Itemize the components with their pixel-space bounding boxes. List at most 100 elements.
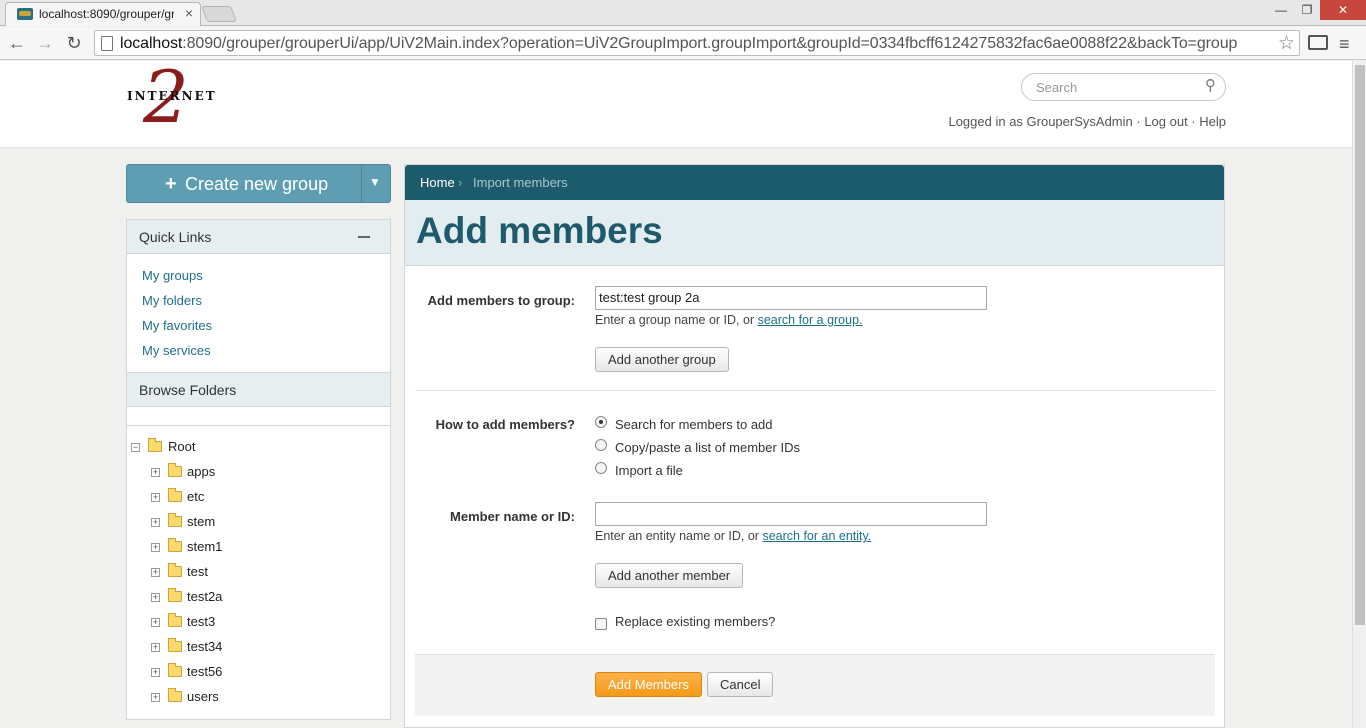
browser-menu-icon[interactable]: ≡: [1339, 34, 1350, 55]
tree-node-label[interactable]: test3: [187, 614, 215, 629]
expand-toggle-icon[interactable]: +: [151, 543, 160, 552]
tree-node[interactable]: + test56: [127, 663, 390, 690]
expand-toggle-icon[interactable]: +: [151, 493, 160, 502]
expand-toggle-icon[interactable]: +: [151, 618, 160, 627]
add-members-submit-button[interactable]: Add Members: [595, 672, 702, 697]
collapse-icon[interactable]: [358, 236, 370, 238]
new-tab-button[interactable]: [201, 6, 237, 22]
member-help-text: Enter an entity name or ID, or search fo…: [595, 529, 871, 543]
group-field-label: Add members to group:: [427, 293, 575, 308]
search-for-group-link[interactable]: search for a group.: [758, 313, 863, 327]
radio-import-file[interactable]: [595, 462, 607, 474]
address-bar[interactable]: localhost:8090/grouper/grouperUi/app/UiV…: [94, 30, 1300, 56]
back-arrow-icon[interactable]: ←: [5, 32, 29, 54]
tree-node-label[interactable]: test: [187, 564, 208, 579]
expand-toggle-icon[interactable]: +: [151, 643, 160, 652]
breadcrumb: Home › Import members: [405, 165, 1224, 200]
quick-link-my-folders[interactable]: My folders: [142, 293, 375, 318]
scrollbar-thumb[interactable]: [1355, 65, 1365, 625]
replace-members-label[interactable]: Replace existing members?: [615, 614, 775, 629]
tree-node-label[interactable]: test34: [187, 639, 222, 654]
tree-node[interactable]: + test: [127, 563, 390, 590]
group-input[interactable]: test:test group 2a: [595, 286, 987, 310]
quick-link-my-favorites[interactable]: My favorites: [142, 318, 375, 343]
separator: ·: [1187, 114, 1200, 129]
plus-icon: +: [165, 173, 177, 195]
tree-node[interactable]: + test34: [127, 638, 390, 665]
window-minimize-button[interactable]: —: [1268, 0, 1294, 20]
radio-import-file-label[interactable]: Import a file: [615, 463, 683, 478]
expand-toggle-icon[interactable]: +: [151, 693, 160, 702]
help-link[interactable]: Help: [1199, 114, 1226, 129]
radio-copy-paste-label[interactable]: Copy/paste a list of member IDs: [615, 440, 800, 455]
tree-node[interactable]: + stem1: [127, 538, 390, 565]
breadcrumb-home-link[interactable]: Home: [420, 175, 455, 190]
window-close-button[interactable]: ✕: [1320, 0, 1366, 20]
tree-node[interactable]: + test2a: [127, 588, 390, 615]
tab-title: localhost:8090/grouper/gr: [39, 7, 174, 21]
member-input[interactable]: [595, 502, 987, 526]
tree-node[interactable]: + stem: [127, 513, 390, 540]
page-title-band: Add members: [405, 200, 1224, 266]
tree-node-root[interactable]: − Root: [127, 438, 390, 465]
tree-node-label[interactable]: stem1: [187, 539, 222, 554]
browse-folders-title: Browse Folders: [139, 382, 237, 398]
search-icon[interactable]: ⚲: [1205, 76, 1216, 94]
folder-icon: [168, 538, 182, 552]
tree-node-label[interactable]: users: [187, 689, 219, 704]
add-another-group-button[interactable]: Add another group: [595, 347, 729, 372]
cast-icon[interactable]: [1308, 35, 1328, 50]
replace-members-checkbox[interactable]: [595, 618, 607, 630]
folder-tree: − Root + apps + etc + stem + stem1 + test + te…: [127, 426, 390, 715]
url-path: :8090/grouper/grouperUi/app/UiV2Main.ind…: [182, 35, 1238, 52]
create-new-group-button[interactable]: + Create new group ▼: [126, 164, 391, 203]
internet2-logo[interactable]: 2 INTERNET: [126, 61, 217, 137]
folder-icon: [168, 463, 182, 477]
quick-links-header[interactable]: Quick Links: [127, 220, 390, 254]
folder-icon: [168, 688, 182, 702]
expand-toggle-icon[interactable]: +: [151, 668, 160, 677]
search-input[interactable]: Search ⚲: [1021, 73, 1226, 101]
window-maximize-button[interactable]: ❐: [1294, 0, 1320, 20]
search-for-entity-link[interactable]: search for an entity.: [762, 529, 871, 543]
tree-node-label[interactable]: stem: [187, 514, 215, 529]
tree-node[interactable]: + test3: [127, 613, 390, 640]
quick-link-my-groups[interactable]: My groups: [142, 268, 375, 293]
expand-toggle-icon[interactable]: +: [151, 568, 160, 577]
tree-node[interactable]: + apps: [127, 463, 390, 490]
quick-link-my-services[interactable]: My services: [142, 343, 375, 368]
tree-node-label[interactable]: etc: [187, 489, 204, 504]
page-icon: [101, 36, 113, 51]
create-new-group-label: Create new group: [185, 174, 329, 194]
folder-open-icon: [148, 438, 162, 452]
quick-links-list: My groups My folders My favorites My ser…: [127, 254, 390, 373]
main-panel: Home › Import members Add members Add me…: [404, 164, 1225, 728]
expand-toggle-icon[interactable]: +: [151, 593, 160, 602]
radio-copy-paste[interactable]: [595, 439, 607, 451]
tree-node[interactable]: + etc: [127, 488, 390, 515]
tree-node-label[interactable]: Root: [168, 439, 195, 454]
expand-toggle-icon[interactable]: +: [151, 518, 160, 527]
page-scrollbar[interactable]: [1352, 61, 1366, 728]
collapse-toggle-icon[interactable]: −: [131, 443, 140, 452]
bookmark-star-icon[interactable]: ☆: [1278, 32, 1295, 55]
radio-search-members-label[interactable]: Search for members to add: [615, 417, 773, 432]
url-text[interactable]: localhost:8090/grouper/grouperUi/app/UiV…: [120, 35, 1270, 53]
logout-link[interactable]: Log out: [1144, 114, 1187, 129]
browser-tab[interactable]: localhost:8090/grouper/gr ×: [5, 2, 201, 26]
radio-search-members[interactable]: [595, 416, 607, 428]
cancel-button[interactable]: Cancel: [707, 672, 774, 697]
reload-icon[interactable]: ↻: [62, 32, 86, 54]
tree-node-label[interactable]: test2a: [187, 589, 222, 604]
browse-folders-gap: [127, 407, 390, 426]
forward-arrow-icon[interactable]: →: [33, 32, 57, 54]
logo-wordmark: INTERNET: [127, 89, 217, 103]
expand-toggle-icon[interactable]: +: [151, 468, 160, 477]
tree-node[interactable]: + users: [127, 688, 390, 715]
tab-close-icon[interactable]: ×: [185, 5, 193, 21]
tree-node-label[interactable]: apps: [187, 464, 215, 479]
search-placeholder: Search: [1036, 80, 1078, 95]
tree-node-label[interactable]: test56: [187, 664, 222, 679]
add-another-member-button[interactable]: Add another member: [595, 563, 744, 588]
chevron-down-icon[interactable]: ▼: [369, 175, 381, 189]
